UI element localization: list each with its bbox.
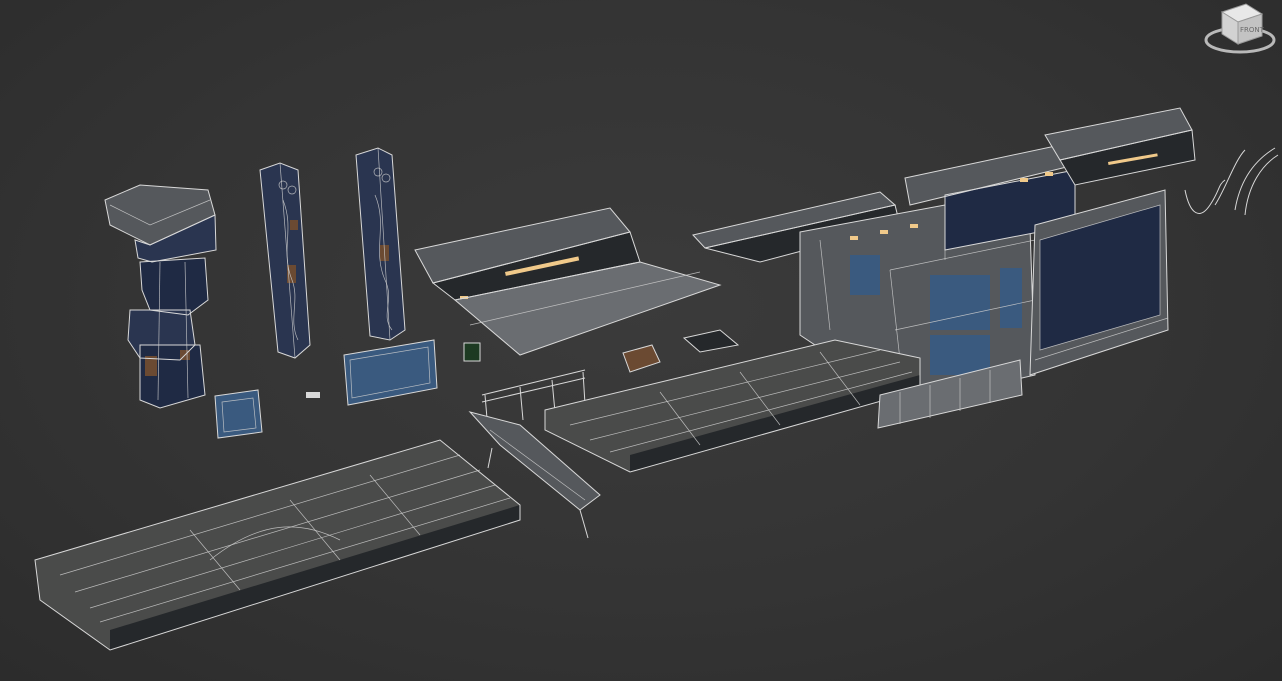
viewcube-icon[interactable]: FRONT bbox=[1204, 3, 1276, 54]
green-screen-decal[interactable] bbox=[463, 342, 481, 362]
top-ceiling-panel[interactable] bbox=[1044, 107, 1196, 186]
cable-meshes[interactable] bbox=[1184, 147, 1279, 216]
small-wall-panel[interactable] bbox=[214, 389, 263, 439]
small-light-fixture[interactable] bbox=[306, 392, 320, 398]
pillar-console-mesh[interactable] bbox=[104, 184, 217, 409]
3d-viewport[interactable]: FRONT bbox=[0, 0, 1282, 681]
ceiling-trim-mesh[interactable] bbox=[414, 207, 722, 356]
column-panel-mesh-2[interactable] bbox=[355, 147, 406, 341]
small-crate[interactable] bbox=[622, 344, 661, 373]
viewcube-face-label: FRONT bbox=[1240, 26, 1265, 34]
floor-module-mesh-2[interactable] bbox=[544, 339, 921, 473]
column-panel-mesh-1[interactable] bbox=[259, 162, 311, 359]
floor-vent-plate[interactable] bbox=[682, 329, 740, 353]
monitor-panel[interactable] bbox=[343, 339, 438, 406]
floor-module-mesh-1[interactable] bbox=[34, 439, 521, 651]
